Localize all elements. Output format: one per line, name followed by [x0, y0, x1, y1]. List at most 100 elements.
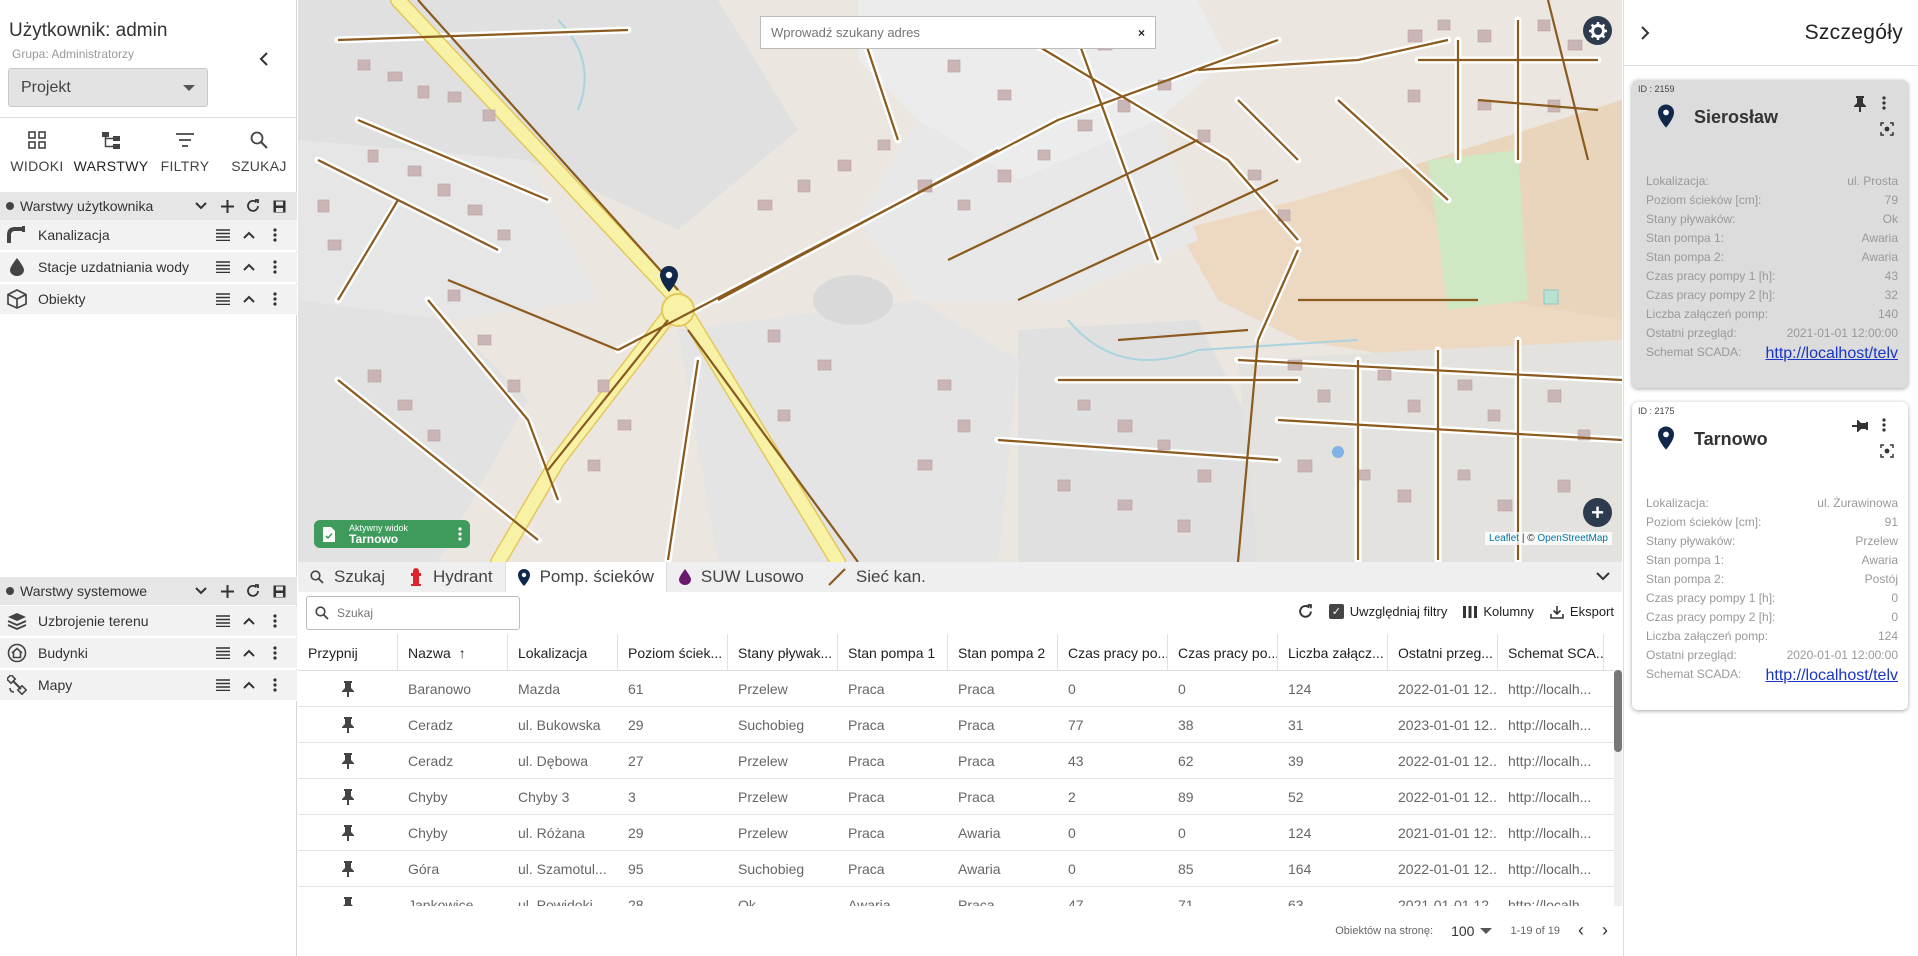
- more-vert-icon[interactable]: [1882, 96, 1886, 115]
- pin-icon[interactable]: [298, 815, 398, 851]
- leaflet-link[interactable]: Leaflet: [1489, 533, 1519, 544]
- save-icon[interactable]: [271, 583, 287, 599]
- table-row[interactable]: Chyby Chyby 3 3 Przelew Praca Praca 2 89 52 2022-…: [298, 779, 1614, 815]
- column-header[interactable]: Czas pracy po...: [1058, 634, 1168, 671]
- table-row[interactable]: Baranowo Mazda 61 Przelew Praca Praca 0 0 124 202…: [298, 671, 1614, 707]
- list-icon[interactable]: [215, 677, 231, 693]
- more-vert-icon[interactable]: [267, 259, 283, 275]
- more-vert-icon[interactable]: [267, 677, 283, 693]
- save-icon[interactable]: [271, 198, 287, 214]
- address-search-input[interactable]: [771, 25, 1138, 40]
- tab-pomp-sciekow[interactable]: Pomp. ścieków: [504, 562, 667, 592]
- user-layers-header[interactable]: Warstwy użytkownika: [0, 192, 297, 220]
- clear-search-icon[interactable]: ×: [1138, 26, 1145, 40]
- detail-card[interactable]: ID : 2175 Tarnowo Lokalizacja: ul. Żurawino…: [1632, 402, 1908, 710]
- tab-szukaj-table[interactable]: Szukaj: [298, 562, 397, 592]
- table-row[interactable]: Chyby ul. Różana 29 Przelew Praca Awaria 0 0 124…: [298, 815, 1614, 851]
- layer-row-stacje[interactable]: Stacje uzdatniania wody: [0, 252, 297, 283]
- tab-filtry[interactable]: FILTRY: [148, 126, 222, 184]
- more-vert-icon[interactable]: [267, 291, 283, 307]
- add-icon[interactable]: [219, 198, 235, 214]
- unpin-icon[interactable]: [1852, 418, 1868, 439]
- collapse-sidebar-button[interactable]: [258, 50, 270, 71]
- more-vert-icon[interactable]: [267, 645, 283, 661]
- layer-row-obiekty[interactable]: Obiekty: [0, 284, 297, 315]
- column-header[interactable]: Schemat SCA...: [1498, 634, 1604, 671]
- sort-arrow-icon[interactable]: ↑: [459, 645, 466, 661]
- column-header[interactable]: Lokalizacja: [508, 634, 618, 671]
- column-header[interactable]: Nazwa ↑: [398, 634, 508, 671]
- layer-row-budynki[interactable]: Budynki: [0, 638, 297, 669]
- column-header[interactable]: Czas pracy po...: [1168, 634, 1278, 671]
- project-select[interactable]: Projekt: [8, 68, 208, 107]
- export-button[interactable]: Eksport: [1550, 604, 1614, 619]
- add-icon[interactable]: [219, 583, 235, 599]
- column-header[interactable]: Stan pompa 1: [838, 634, 948, 671]
- scada-link[interactable]: http://localhost/telv: [1765, 667, 1898, 685]
- column-header[interactable]: Przypnij: [298, 634, 398, 671]
- pin-icon[interactable]: [298, 671, 398, 707]
- chevron-down-icon[interactable]: [193, 583, 209, 599]
- column-header[interactable]: Poziom ściek...: [618, 634, 728, 671]
- list-icon[interactable]: [215, 645, 231, 661]
- chevron-up-icon[interactable]: [241, 259, 257, 275]
- chevron-right-icon[interactable]: [1640, 25, 1650, 40]
- next-page-button[interactable]: ›: [1602, 920, 1608, 941]
- system-layers-header[interactable]: Warstwy systemowe: [0, 577, 297, 605]
- column-header[interactable]: Stan pompa 2: [948, 634, 1058, 671]
- map-add-button[interactable]: +: [1583, 498, 1612, 527]
- tab-warstwy[interactable]: WARSTWY: [74, 126, 148, 184]
- map-settings-button[interactable]: [1583, 16, 1612, 45]
- collapse-table-button[interactable]: [1596, 568, 1610, 586]
- filters-checkbox[interactable]: ✓ Uwzględniaj filtry: [1328, 604, 1447, 619]
- more-vert-icon[interactable]: [458, 527, 462, 541]
- chevron-up-icon[interactable]: [241, 227, 257, 243]
- active-view-badge[interactable]: Aktywny widok Tarnowo: [314, 520, 470, 548]
- checkbox-checked-icon[interactable]: ✓: [1328, 604, 1344, 619]
- refresh-button[interactable]: [1298, 604, 1313, 619]
- pin-icon[interactable]: [298, 707, 398, 743]
- table-search-input[interactable]: [337, 606, 507, 620]
- table-row[interactable]: Jankowice ul. Powidoki 28 Ok Awaria Praca 47 71…: [298, 887, 1614, 906]
- map-view[interactable]: × Aktywny widok Tarnowo + Leaflet | © Op…: [298, 0, 1622, 562]
- chevron-up-icon[interactable]: [241, 645, 257, 661]
- more-vert-icon[interactable]: [267, 613, 283, 629]
- column-header[interactable]: Liczba załącz...: [1278, 634, 1388, 671]
- table-row[interactable]: Ceradz ul. Dębowa 27 Przelew Praca Praca 43 62 3…: [298, 743, 1614, 779]
- layer-row-mapy[interactable]: Mapy: [0, 670, 297, 701]
- chevron-up-icon[interactable]: [241, 677, 257, 693]
- tab-szukaj[interactable]: SZUKAJ: [222, 126, 296, 184]
- layer-row-uzbrojenie[interactable]: Uzbrojenie terenu: [0, 606, 297, 637]
- chevron-down-icon[interactable]: [193, 198, 209, 214]
- more-vert-icon[interactable]: [1882, 418, 1886, 437]
- pin-icon[interactable]: [298, 779, 398, 815]
- list-icon[interactable]: [215, 291, 231, 307]
- prev-page-button[interactable]: ‹: [1578, 920, 1584, 941]
- refresh-icon[interactable]: [245, 198, 261, 214]
- layer-row-kanalizacja[interactable]: Kanalizacja: [0, 220, 297, 251]
- columns-button[interactable]: Kolumny: [1463, 604, 1534, 619]
- table-row[interactable]: Góra ul. Szamotul... 95 Suchobieg Praca Awari…: [298, 851, 1614, 887]
- focus-target-icon[interactable]: [1880, 122, 1894, 141]
- scrollbar-thumb[interactable]: [1614, 670, 1622, 752]
- refresh-icon[interactable]: [245, 583, 261, 599]
- chevron-up-icon[interactable]: [241, 291, 257, 307]
- vertical-scrollbar[interactable]: [1614, 670, 1622, 906]
- chevron-up-icon[interactable]: [241, 613, 257, 629]
- per-page-select[interactable]: 100: [1451, 923, 1493, 939]
- address-search[interactable]: ×: [760, 16, 1156, 49]
- osm-link[interactable]: OpenStreetMap: [1537, 533, 1608, 544]
- table-row[interactable]: Ceradz ul. Bukowska 29 Suchobieg Praca Praca 7…: [298, 707, 1614, 743]
- list-icon[interactable]: [215, 259, 231, 275]
- focus-target-icon[interactable]: [1880, 444, 1894, 463]
- list-icon[interactable]: [215, 613, 231, 629]
- column-header[interactable]: Ostatni przeg...: [1388, 634, 1498, 671]
- map-marker-icon[interactable]: [660, 266, 678, 297]
- tab-suw-lusowo[interactable]: SUW Lusowo: [667, 562, 816, 592]
- detail-card[interactable]: ID : 2159 Sierosław Lokalizacja: ul. Prosta…: [1632, 80, 1908, 388]
- list-icon[interactable]: [215, 227, 231, 243]
- tab-siec-kan[interactable]: Sieć kan.: [816, 562, 938, 592]
- pin-icon[interactable]: [298, 887, 398, 906]
- column-header[interactable]: Stany pływak...: [728, 634, 838, 671]
- pin-icon[interactable]: [298, 851, 398, 887]
